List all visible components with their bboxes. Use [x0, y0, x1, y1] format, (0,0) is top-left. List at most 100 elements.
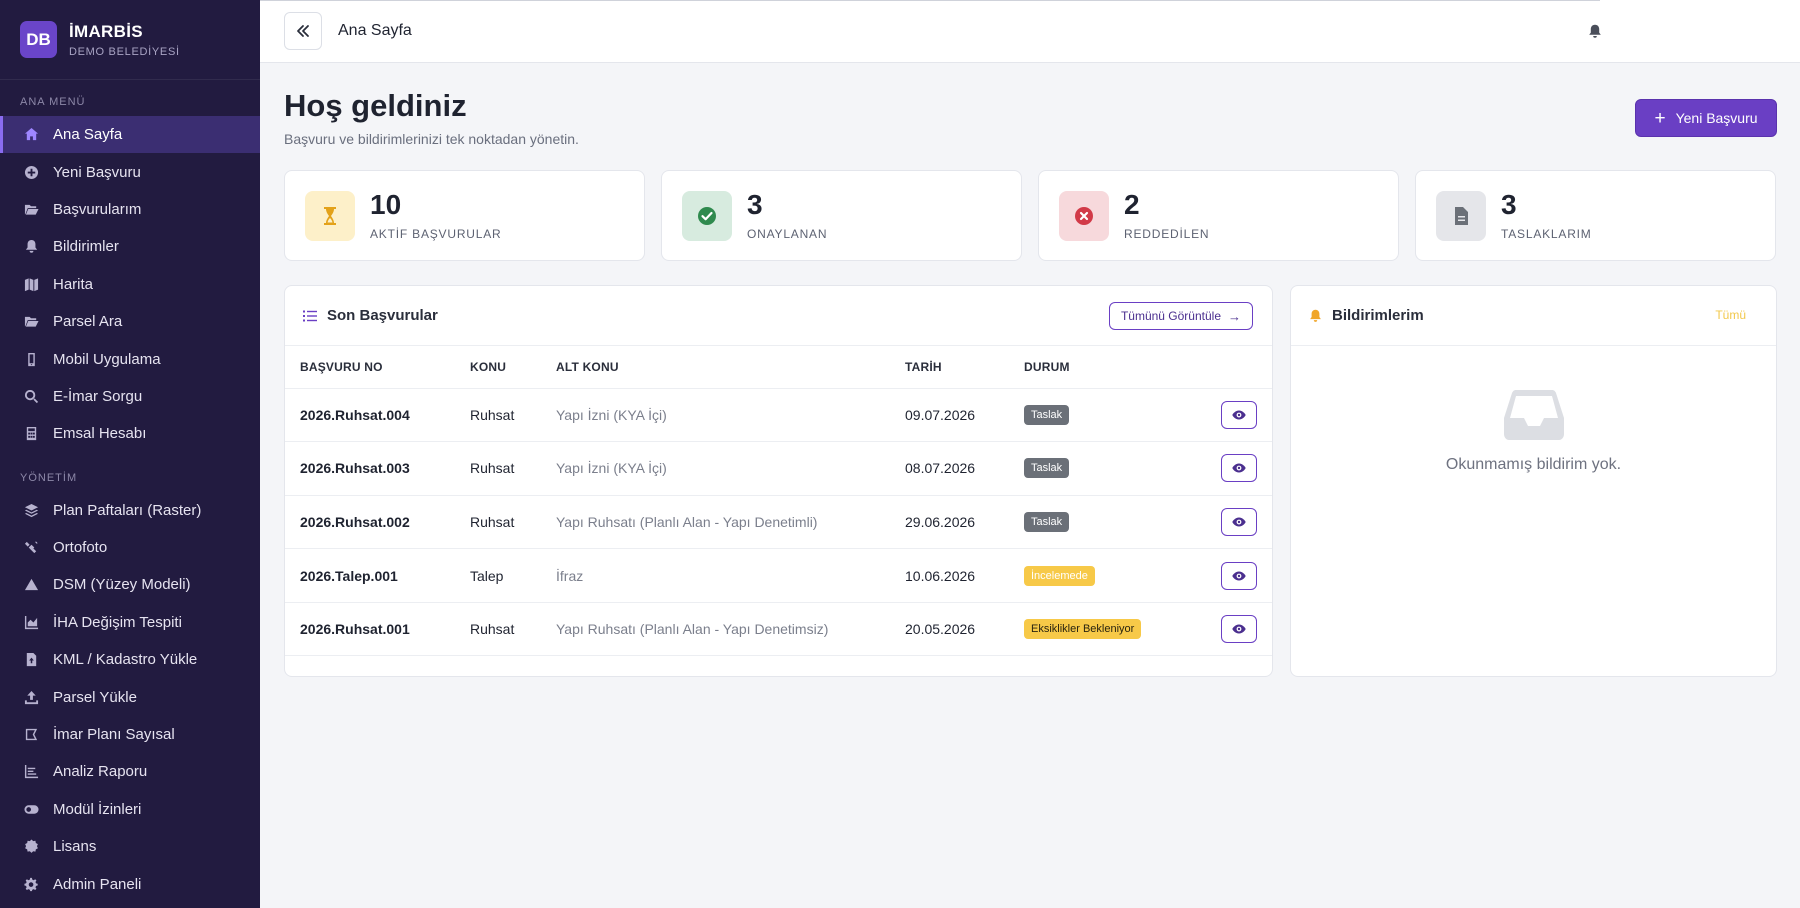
sidebar-item-yeni-başvuru[interactable]: Yeni Başvuru: [0, 153, 260, 190]
sidebar-item-label: Ortofoto: [53, 539, 108, 557]
application-subject: Ruhsat: [470, 495, 556, 550]
row-actions: [1194, 441, 1272, 496]
sidebar-item-label: Emsal Hesabı: [53, 425, 147, 443]
sidebar-item-label: Lisans: [53, 838, 97, 856]
status-badge: Taslak: [1024, 404, 1070, 425]
sidebar-item-label: DSM (Yüzey Modeli): [53, 576, 191, 594]
sidebar-item-bildirimler[interactable]: Bildirimler: [0, 228, 260, 265]
row-actions: [1194, 548, 1272, 603]
view-application-button[interactable]: [1221, 561, 1257, 590]
mobile-icon: [23, 351, 39, 367]
new-application-label: Yeni Başvuru: [1675, 110, 1758, 126]
application-date: 10.06.2026: [905, 548, 1024, 603]
bell-icon: [1310, 309, 1321, 322]
row-actions: [1194, 388, 1272, 443]
arrow-right-icon: →: [1228, 308, 1241, 324]
brand[interactable]: DB İMARBİS DEMO BELEDİYESİ: [0, 0, 260, 80]
view-application-button[interactable]: [1221, 400, 1257, 429]
x-circle-icon: [1059, 190, 1109, 241]
sidebar-item-harita[interactable]: Harita: [0, 266, 260, 303]
stat-card-onaylanan[interactable]: 3 ONAYLANAN: [661, 170, 1022, 261]
sidebar-item-i-ha-değişim-tespiti[interactable]: İHA Değişim Tespiti: [0, 604, 260, 641]
notifications-all-link[interactable]: Tümü: [1715, 308, 1746, 322]
sidebar-item-label: Plan Paftaları (Raster): [53, 501, 202, 519]
view-application-button[interactable]: [1221, 454, 1257, 483]
sidebar-item-lisans[interactable]: Lisans: [0, 828, 260, 865]
table-row[interactable]: 2026.Ruhsat.003 Ruhsat Yapı İzni (KYA İçi)…: [285, 441, 1272, 496]
sidebar-item-ortofoto[interactable]: Ortofoto: [0, 529, 260, 566]
table-row[interactable]: 2026.Talep.001 Talep İfraz 10.06.2026 İncele…: [285, 548, 1272, 603]
column-header: KONU: [470, 346, 556, 389]
home-icon: [23, 127, 39, 143]
sidebar-item-parsel-yükle[interactable]: Parsel Yükle: [0, 678, 260, 715]
sidebar-item-ana-sayfa[interactable]: Ana Sayfa: [0, 116, 260, 154]
table-row[interactable]: 2026.Ruhsat.004 Ruhsat Yapı İzni (KYA İçi)…: [285, 388, 1272, 443]
stat-card-reddedi-len[interactable]: 2 REDDEDİLEN: [1038, 170, 1399, 261]
inbox-icon: [1503, 390, 1564, 440]
sidebar-item-label: Bildirimler: [53, 238, 119, 256]
sidebar-item-label: Yeni Başvuru: [53, 163, 141, 181]
application-number: 2026.Ruhsat.001: [285, 602, 470, 657]
eye-icon: [1232, 571, 1246, 581]
table-row[interactable]: 2026.Ruhsat.001 Ruhsat Yapı Ruhsatı (Planl…: [285, 602, 1272, 657]
notifications-header: Bildirimlerim Tümü: [1291, 286, 1776, 346]
sidebar-item-i-mar-planı-sayısal[interactable]: İmar Planı Sayısal: [0, 716, 260, 753]
sidebar-item-parsel-ara[interactable]: Parsel Ara: [0, 303, 260, 340]
row-actions: [1194, 495, 1272, 550]
sidebar-item-modül-i-zinleri[interactable]: Modül İzinleri: [0, 791, 260, 828]
application-status-cell: Taslak: [1024, 388, 1194, 443]
stat-label: REDDEDİLEN: [1124, 226, 1210, 241]
sidebar-item-plan-paftaları-raster[interactable]: Plan Paftaları (Raster): [0, 492, 260, 529]
stat-card-taslaklarim[interactable]: 3 TASLAKLARIM: [1415, 170, 1776, 261]
section-label-main: ANA MENÜ: [20, 96, 86, 108]
search-icon: [23, 388, 39, 404]
notifications-bell-button[interactable]: [1585, 21, 1605, 41]
status-badge: İncelemede: [1024, 565, 1095, 586]
bell-icon: [1589, 24, 1601, 38]
application-status-cell: Taslak: [1024, 441, 1194, 496]
notifications-title: Bildirimlerim: [1332, 307, 1424, 324]
sidebar-item-e-i-mar-sorgu[interactable]: E-İmar Sorgu: [0, 378, 260, 415]
eye-icon: [1232, 410, 1246, 420]
new-application-button[interactable]: + Yeni Başvuru: [1635, 99, 1777, 137]
application-number: 2026.Talep.001: [285, 548, 470, 603]
topbar: Ana Sayfa: [260, 0, 1800, 63]
column-header: BAŞVURU NO: [285, 346, 470, 389]
sidebar-item-analiz-raporu[interactable]: Analiz Raporu: [0, 753, 260, 790]
plus-circle-icon: [23, 164, 39, 180]
recent-applications-title: Son Başvurular: [327, 307, 438, 324]
sidebar-item-dsm-yüzey-modeli[interactable]: DSM (Yüzey Modeli): [0, 566, 260, 603]
applications-table: BAŞVURU NO KONU ALT KONU TARİH DURUM 202…: [285, 346, 1272, 657]
table-row[interactable]: 2026.Ruhsat.002 Ruhsat Yapı Ruhsatı (Planl…: [285, 495, 1272, 550]
sidebar-item-başvurularım[interactable]: Başvurularım: [0, 191, 260, 228]
column-header: TARİH: [905, 346, 1024, 389]
view-all-button[interactable]: Tümünü Görüntüle →: [1108, 302, 1253, 330]
stat-card-akti-f-ba-vurular[interactable]: 10 AKTİF BAŞVURULAR: [284, 170, 645, 261]
stat-label: TASLAKLARIM: [1501, 226, 1592, 241]
application-date: 09.07.2026: [905, 388, 1024, 443]
toggle-icon: [23, 801, 39, 817]
gear-icon: [23, 876, 39, 892]
stat-label: ONAYLANAN: [747, 226, 828, 241]
status-badge: Eksiklikler Bekleniyor: [1024, 619, 1142, 640]
check-circle-icon: [682, 190, 732, 241]
sidebar: DB İMARBİS DEMO BELEDİYESİ ANA MENÜ Ana …: [0, 0, 260, 908]
sidebar-item-emsal-hesabı[interactable]: Emsal Hesabı: [0, 415, 260, 452]
column-header-actions: [1194, 346, 1272, 389]
stat-value: 3: [747, 188, 763, 220]
collapse-sidebar-button[interactable]: [284, 12, 322, 50]
sidebar-item-label: E-İmar Sorgu: [53, 387, 143, 405]
section-label-admin: YÖNETİM: [20, 471, 78, 484]
view-application-button[interactable]: [1221, 507, 1257, 536]
sidebar-item-mobil-uygulama[interactable]: Mobil Uygulama: [0, 340, 260, 377]
folder-open-icon: [23, 314, 39, 330]
upload-icon: [23, 689, 39, 705]
application-status-cell: İncelemede: [1024, 548, 1194, 603]
application-subject: Ruhsat: [470, 441, 556, 496]
view-application-button[interactable]: [1221, 615, 1257, 644]
sidebar-item-kml-kadastro-yükle[interactable]: KML / Kadastro Yükle: [0, 641, 260, 678]
status-badge: Taslak: [1024, 458, 1070, 479]
sidebar-item-admin-paneli[interactable]: Admin Paneli: [0, 865, 260, 902]
status-badge: Taslak: [1024, 511, 1070, 532]
bell-icon: [23, 239, 39, 255]
